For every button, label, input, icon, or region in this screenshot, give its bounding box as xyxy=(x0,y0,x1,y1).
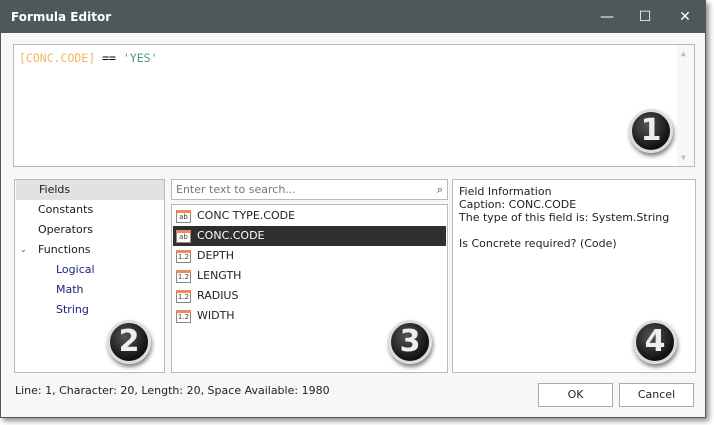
tree-item-label: Functions xyxy=(38,243,91,256)
formula-input[interactable]: [CONC.CODE] == 'YES' ▲ ▼ 1 xyxy=(13,44,695,167)
tree-item-operators[interactable]: Operators xyxy=(15,220,164,240)
ok-button[interactable]: OK xyxy=(538,383,613,407)
chevron-down-icon[interactable]: ⌄ xyxy=(20,240,27,260)
field-item-selected[interactable]: ab CONC.CODE xyxy=(173,226,446,246)
tree-item-constants[interactable]: Constants xyxy=(15,200,164,220)
field-item[interactable]: 1.2 LENGTH xyxy=(173,266,446,286)
scroll-up-icon[interactable]: ▲ xyxy=(681,49,686,58)
field-item[interactable]: ab CONC TYPE.CODE xyxy=(173,206,446,226)
formula-field-token: [CONC.CODE] xyxy=(19,51,96,65)
field-label: RADIUS xyxy=(197,289,239,302)
callout-badge-3: 3 xyxy=(388,320,432,364)
tree-item-functions[interactable]: ⌄ Functions xyxy=(15,240,164,260)
tree-item-logical[interactable]: Logical xyxy=(15,260,164,280)
info-description: Is Concrete required? (Code) xyxy=(459,237,617,250)
numeric-field-icon: 1.2 xyxy=(176,310,191,323)
minimize-button[interactable]: — xyxy=(587,1,627,33)
fields-list: ab CONC TYPE.CODE ab CONC.CODE 1.2 DEPTH 1.… xyxy=(171,204,448,373)
info-caption: Caption: CONC.CODE xyxy=(459,198,577,211)
cancel-button[interactable]: Cancel xyxy=(619,383,694,407)
field-item[interactable]: 1.2 RADIUS xyxy=(173,286,446,306)
tree-item-math[interactable]: Math xyxy=(15,280,164,300)
field-info-panel: Field Information Caption: CONC.CODE The… xyxy=(452,179,696,373)
status-text: Line: 1, Character: 20, Length: 20, Spac… xyxy=(15,384,330,397)
callout-badge-2: 2 xyxy=(107,320,151,364)
tree-item-fields[interactable]: Fields xyxy=(16,180,164,200)
category-tree: Fields Constants Operators ⌄ Functions L… xyxy=(14,179,165,373)
formula-operator-token: == xyxy=(102,51,116,65)
numeric-field-icon: 1.2 xyxy=(176,270,191,283)
string-field-icon: ab xyxy=(176,230,191,243)
search-input[interactable]: Enter text to search... ⌕ xyxy=(171,179,448,200)
field-label: CONC.CODE xyxy=(197,229,265,242)
field-label: DEPTH xyxy=(197,249,235,262)
formula-string-token: 'YES' xyxy=(122,51,158,65)
numeric-field-icon: 1.2 xyxy=(176,290,191,303)
callout-badge-1: 1 xyxy=(629,109,673,153)
formula-editor-window: Formula Editor — ☐ ✕ [CONC.CODE] == 'YES… xyxy=(0,0,706,418)
editor-scrollbar[interactable]: ▲ ▼ xyxy=(677,45,694,166)
search-placeholder: Enter text to search... xyxy=(176,183,296,196)
close-button[interactable]: ✕ xyxy=(665,1,705,33)
maximize-button[interactable]: ☐ xyxy=(625,1,665,33)
numeric-field-icon: 1.2 xyxy=(176,250,191,263)
info-type: The type of this field is: System.String xyxy=(459,211,670,224)
scroll-down-icon[interactable]: ▼ xyxy=(681,153,686,162)
callout-badge-4: 4 xyxy=(633,320,677,364)
tree-item-string[interactable]: String xyxy=(15,300,164,320)
field-label: WIDTH xyxy=(197,309,235,322)
search-icon[interactable]: ⌕ xyxy=(437,180,443,199)
field-label: LENGTH xyxy=(197,269,242,282)
string-field-icon: ab xyxy=(176,210,191,223)
info-heading: Field Information xyxy=(459,185,552,198)
field-label: CONC TYPE.CODE xyxy=(197,209,296,222)
field-item[interactable]: 1.2 DEPTH xyxy=(173,246,446,266)
